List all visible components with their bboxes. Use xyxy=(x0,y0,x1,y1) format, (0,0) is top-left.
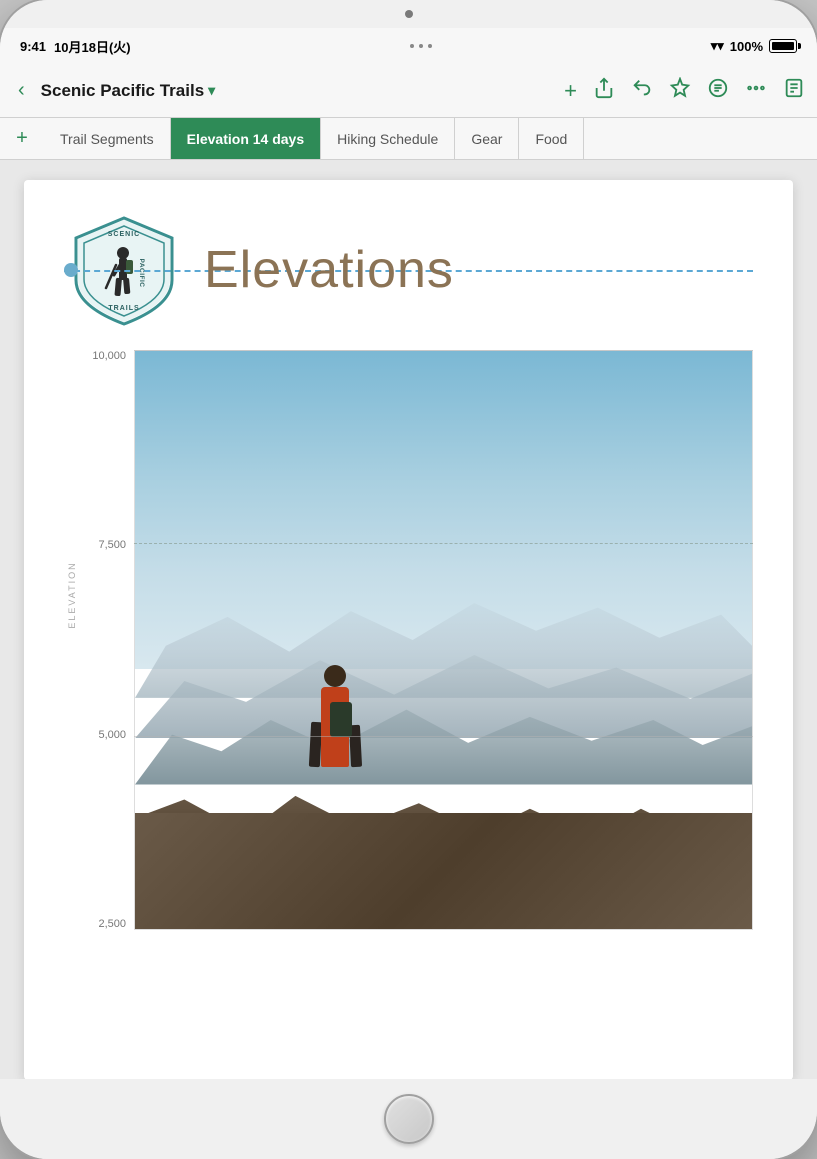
dot-2 xyxy=(419,44,423,48)
more-button[interactable] xyxy=(745,77,767,105)
device-top-bar xyxy=(0,0,817,28)
tab-gear[interactable]: Gear xyxy=(455,118,519,159)
battery-percent: 100% xyxy=(730,39,763,54)
battery-icon xyxy=(769,39,797,53)
content-area: SCENIC PACIFIC TRAILS Elevations ELEVATI… xyxy=(0,160,817,1079)
document-title: Scenic Pacific Trails ▾ xyxy=(41,81,554,101)
add-button[interactable]: + xyxy=(564,78,577,104)
grid-line-10000 xyxy=(134,350,753,351)
person-pack xyxy=(330,702,352,737)
status-bar: 9:41 10月18日(火) ▾▾ 100% xyxy=(0,28,817,64)
dot-3 xyxy=(428,44,432,48)
y-label-5000: 5,000 xyxy=(92,729,126,741)
y-label-7500: 7,500 xyxy=(92,539,126,551)
dashed-dot xyxy=(64,263,78,277)
tab-trail-segments[interactable]: Trail Segments xyxy=(44,118,171,159)
tabs-bar: + Trail Segments Elevation 14 days Hikin… xyxy=(0,118,817,160)
tab-hiking-schedule[interactable]: Hiking Schedule xyxy=(321,118,455,159)
time-label: 9:41 xyxy=(20,39,46,54)
add-tab-icon: + xyxy=(16,127,28,150)
chart-container: ELEVATION 10,000 7,500 5,000 2,500 xyxy=(64,350,753,930)
dot-1 xyxy=(410,44,414,48)
sheet: SCENIC PACIFIC TRAILS Elevations ELEVATI… xyxy=(24,180,793,1079)
tab-elevation[interactable]: Elevation 14 days xyxy=(171,118,322,159)
camera-dot xyxy=(405,10,413,18)
person-head xyxy=(324,665,346,687)
elevation-photo xyxy=(134,350,753,930)
hiker-person xyxy=(308,607,363,767)
tab-food[interactable]: Food xyxy=(519,118,584,159)
title-chevron-icon[interactable]: ▾ xyxy=(208,82,215,99)
wifi-icon: ▾▾ xyxy=(711,38,724,54)
home-button[interactable] xyxy=(384,1094,434,1144)
toolbar: ‹ Scenic Pacific Trails ▾ + xyxy=(0,64,817,118)
ipad-device: 9:41 10月18日(火) ▾▾ 100% ‹ Scenic Pacific … xyxy=(0,0,817,1159)
y-label-10000: 10,000 xyxy=(92,350,126,362)
share-button[interactable] xyxy=(593,77,615,105)
sheet-title: Elevations xyxy=(204,240,454,300)
person-leg-left xyxy=(309,722,322,768)
sheet-header: SCENIC PACIFIC TRAILS Elevations xyxy=(64,210,753,330)
chart-y-axis: ELEVATION 10,000 7,500 5,000 2,500 xyxy=(64,350,134,930)
grid-line-5000 xyxy=(134,736,753,737)
svg-text:PACIFIC: PACIFIC xyxy=(138,258,145,287)
status-dots xyxy=(410,44,432,48)
svg-text:SCENIC: SCENIC xyxy=(108,231,140,238)
pin-button[interactable] xyxy=(669,77,691,105)
title-text: Scenic Pacific Trails xyxy=(41,81,204,101)
undo-button[interactable] xyxy=(631,77,653,105)
svg-text:TRAILS: TRAILS xyxy=(108,305,139,312)
toolbar-actions: + xyxy=(564,77,805,105)
chart-area xyxy=(134,350,753,930)
format-button[interactable] xyxy=(707,77,729,105)
photo-rocks xyxy=(135,813,752,929)
y-label-2500: 2,500 xyxy=(92,918,126,930)
grid-line-7500 xyxy=(134,543,753,544)
y-axis-title: ELEVATION xyxy=(67,555,77,635)
status-time: 9:41 10月18日(火) xyxy=(20,37,131,56)
add-tab-button[interactable]: + xyxy=(0,118,44,159)
status-indicators: ▾▾ 100% xyxy=(711,38,797,54)
device-bottom xyxy=(0,1079,817,1159)
doc-button[interactable] xyxy=(783,77,805,105)
back-button[interactable]: ‹ xyxy=(12,75,31,106)
date-label: 10月18日(火) xyxy=(54,37,131,56)
